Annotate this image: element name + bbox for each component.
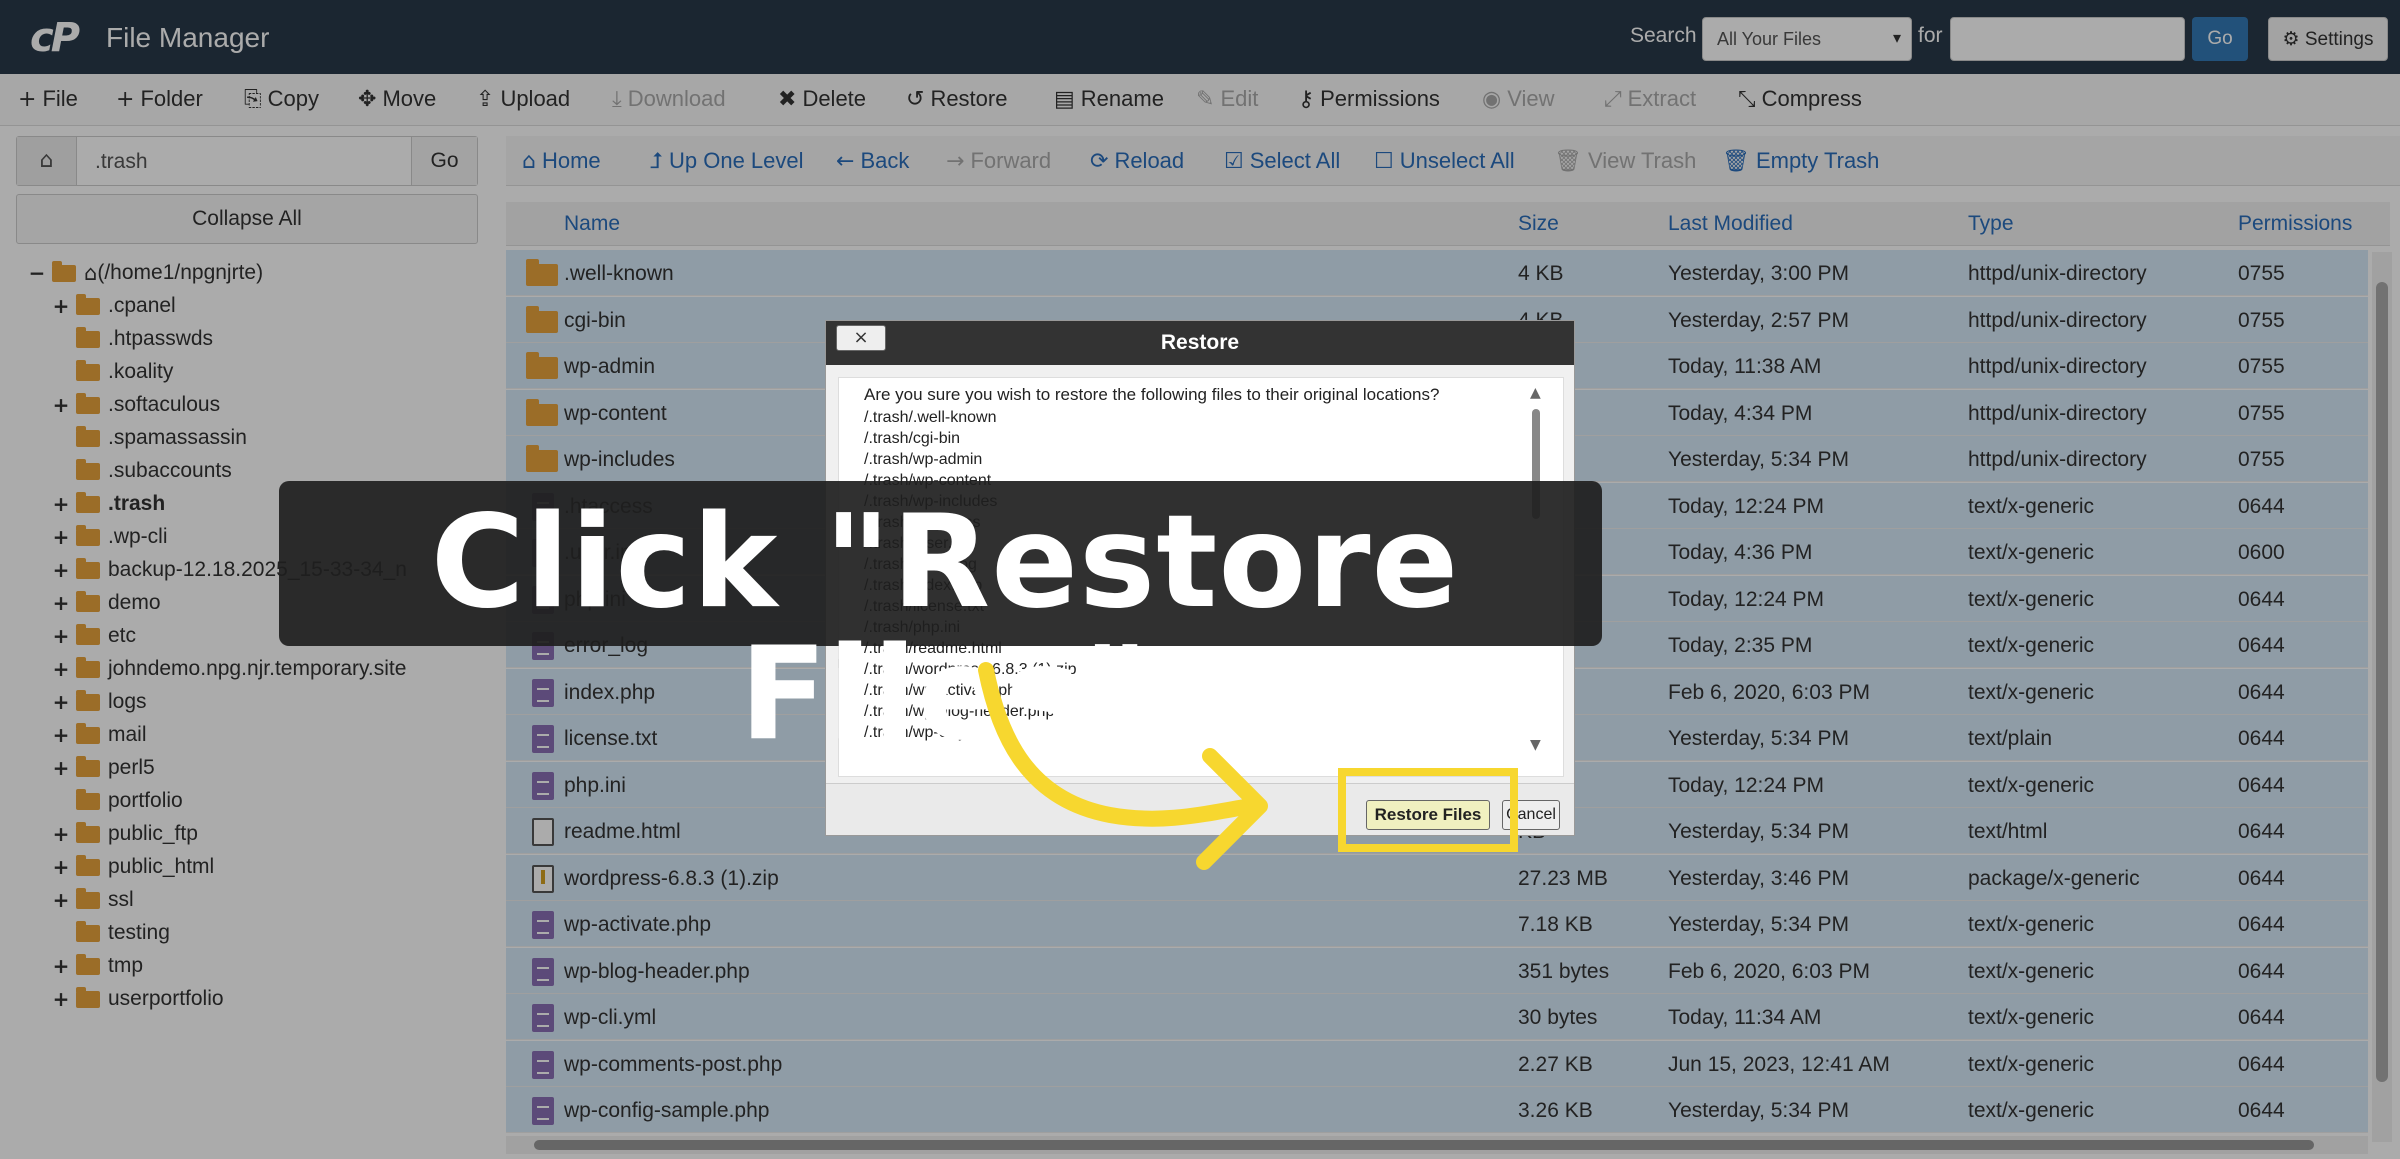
restore-file-item: /.trash/cgi-bin <box>864 430 961 447</box>
dialog-message: Are you sure you wish to restore the fol… <box>864 385 1440 404</box>
pointer-arrow-icon <box>978 662 1268 870</box>
close-icon[interactable]: × <box>836 325 886 351</box>
instruction-banner: Click "Restore Files" <box>279 481 1602 761</box>
instruction-text: Click "Restore Files" <box>430 488 1460 769</box>
highlight-box <box>1338 768 1518 852</box>
restore-file-item: /.trash/.well-known <box>864 409 997 426</box>
restore-file-item: /.trash/wp-admin <box>864 451 983 468</box>
arrow-up-icon[interactable]: ▲ <box>1530 385 1541 401</box>
dialog-title: Restore <box>826 321 1574 365</box>
